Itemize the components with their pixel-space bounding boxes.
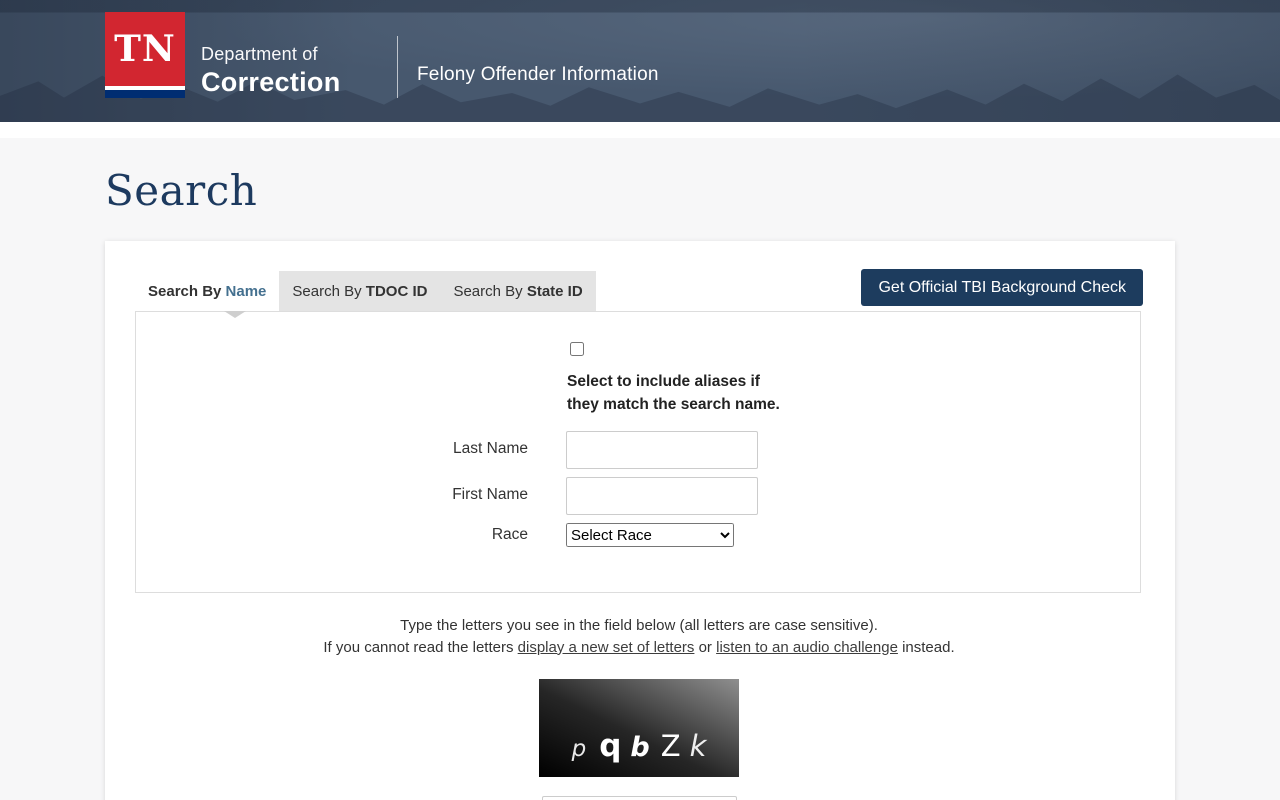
tab-search-by-state-id-bold: State ID xyxy=(527,283,583,300)
tab-search-by-tdoc-id-bold: TDOC ID xyxy=(366,283,428,300)
department-wordmark: Department of Correction xyxy=(201,44,341,98)
captcha-instruction-line2: If you cannot read the letters display a… xyxy=(135,637,1143,659)
alias-note: Select to include aliases if they match … xyxy=(567,370,1140,416)
last-name-input[interactable] xyxy=(566,431,758,469)
page-title: Search xyxy=(105,166,1280,215)
search-card: Search By Name Search By TDOC ID Search … xyxy=(105,241,1175,800)
captcha-section: Type the letters you see in the field be… xyxy=(135,615,1143,800)
captcha-instruction-line1: Type the letters you see in the field be… xyxy=(135,615,1143,637)
race-select[interactable]: Select Race xyxy=(566,523,734,547)
tn-logo-navy-bar xyxy=(105,90,185,98)
tab-search-by-tdoc-id[interactable]: Search By TDOC ID xyxy=(279,271,440,311)
new-letters-link[interactable]: display a new set of letters xyxy=(518,639,695,656)
captcha-line2-prefix: If you cannot read the letters xyxy=(323,639,517,656)
include-aliases-checkbox[interactable] xyxy=(570,342,584,356)
captcha-letter-2: q xyxy=(599,728,621,764)
captcha-input[interactable] xyxy=(542,796,737,800)
tab-search-by-state-id-prefix: Search By xyxy=(453,283,526,300)
first-name-label: First Name xyxy=(136,477,528,504)
captcha-letter-5: k xyxy=(690,729,707,763)
captcha-letter-3: b xyxy=(630,732,649,763)
tab-search-by-name[interactable]: Search By Name xyxy=(135,271,279,311)
first-name-input[interactable] xyxy=(566,477,758,515)
alias-note-line1: Select to include aliases if xyxy=(567,370,1140,393)
active-tab-caret-icon xyxy=(224,311,246,318)
app-header: TN Department of Correction Felony Offen… xyxy=(0,0,1280,122)
alias-note-line2: they match the search name. xyxy=(567,393,1140,416)
tbi-background-check-button[interactable]: Get Official TBI Background Check xyxy=(861,269,1143,306)
captcha-letter-1: p xyxy=(572,736,587,762)
captcha-image: pqbZk xyxy=(539,679,739,777)
race-label: Race xyxy=(136,523,528,544)
department-wordmark-line2: Correction xyxy=(201,67,341,98)
tn-logo: TN xyxy=(105,12,185,98)
tab-search-by-tdoc-id-prefix: Search By xyxy=(292,283,365,300)
tab-search-by-state-id[interactable]: Search By State ID xyxy=(440,271,595,311)
tab-search-by-name-bold: Name xyxy=(226,283,267,300)
audio-challenge-link[interactable]: listen to an audio challenge xyxy=(716,639,898,656)
site-title: Felony Offender Information xyxy=(417,64,659,86)
captcha-letters: pqbZk xyxy=(539,728,739,764)
header-bottom-strip xyxy=(0,122,1280,138)
tab-search-by-name-prefix: Search By xyxy=(148,283,226,300)
search-by-name-panel: Select to include aliases if they match … xyxy=(135,311,1141,593)
last-name-label: Last Name xyxy=(136,431,528,458)
tn-logo-red-box: TN xyxy=(105,12,185,86)
tn-logo-acronym: TN xyxy=(114,28,176,70)
captcha-letter-4: Z xyxy=(661,729,681,763)
header-divider xyxy=(397,36,398,98)
department-wordmark-line1: Department of xyxy=(201,44,341,65)
captcha-line2-suffix: instead. xyxy=(898,639,955,656)
captcha-line2-middle: or xyxy=(694,639,716,656)
search-tabs: Search By Name Search By TDOC ID Search … xyxy=(135,271,596,311)
